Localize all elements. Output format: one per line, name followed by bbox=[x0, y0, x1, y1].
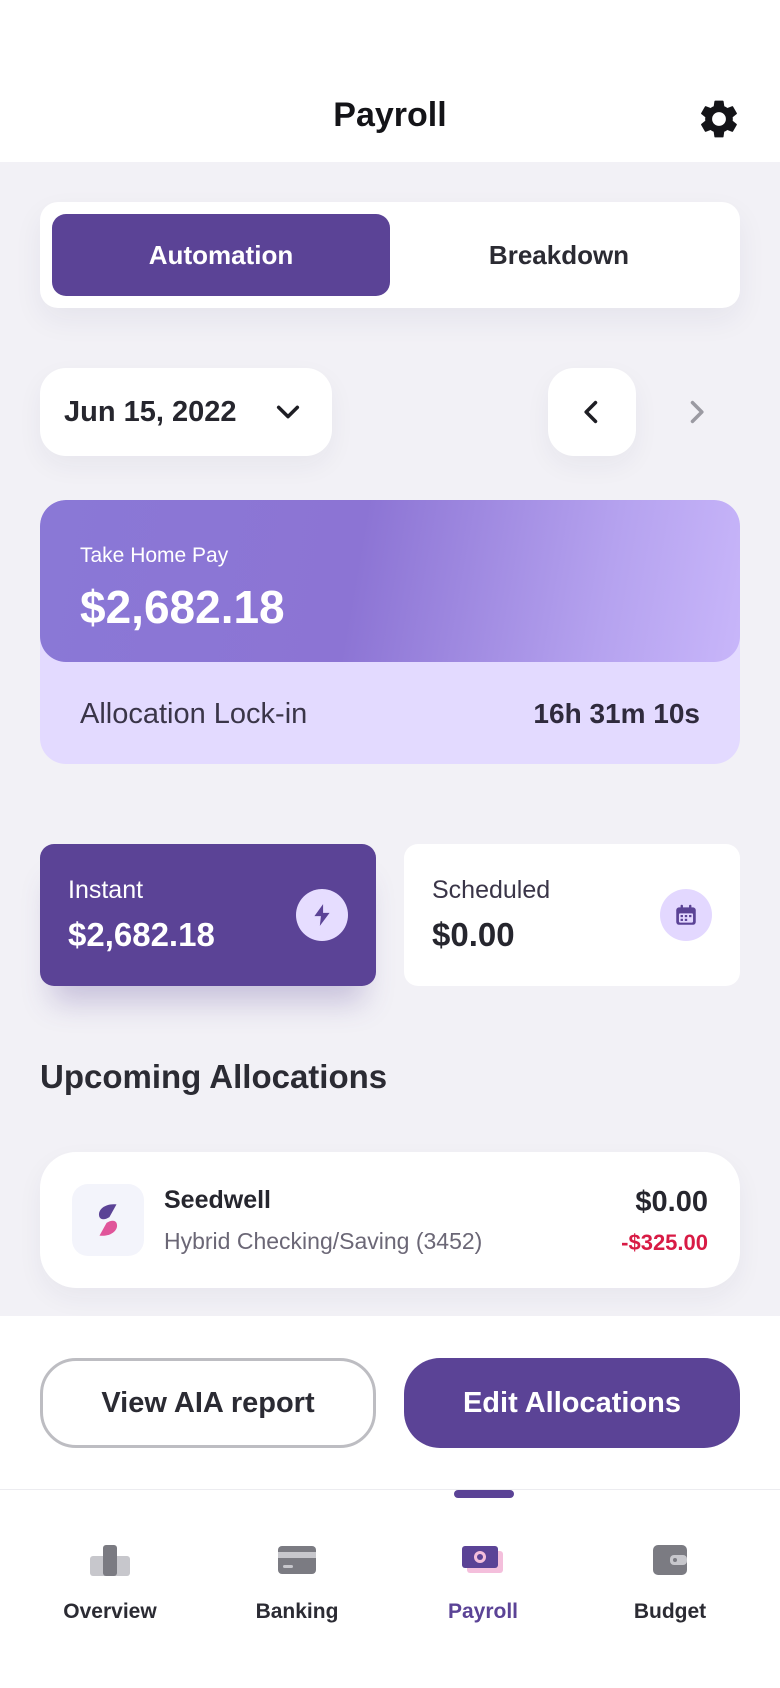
scheduled-label: Scheduled bbox=[432, 876, 551, 904]
tab-banking[interactable]: Banking bbox=[207, 1538, 387, 1638]
next-period-button[interactable] bbox=[652, 368, 740, 456]
scheduled-amount: $0.00 bbox=[432, 916, 515, 953]
seedwell-logo-icon bbox=[72, 1184, 144, 1256]
chevron-left-icon bbox=[584, 400, 598, 424]
allocation-lock-in-label: Allocation Lock-in bbox=[80, 698, 308, 730]
tab-budget[interactable]: Budget bbox=[580, 1538, 760, 1638]
take-home-pay-amount: $2,682.18 bbox=[80, 581, 285, 633]
allocation-amount: $0.00 bbox=[635, 1186, 708, 1218]
upcoming-allocations-title: Upcoming Allocations bbox=[40, 1058, 388, 1095]
view-aia-report-button[interactable]: View AIA report bbox=[40, 1358, 376, 1448]
card-icon bbox=[267, 1538, 327, 1582]
allocation-lock-in-countdown: 16h 31m 10s bbox=[533, 698, 700, 729]
scheduled-tile[interactable]: Scheduled $0.00 bbox=[404, 844, 740, 986]
wallet-icon bbox=[640, 1538, 700, 1582]
gear-icon[interactable] bbox=[696, 96, 742, 142]
active-tab-indicator bbox=[454, 1490, 514, 1498]
instant-tile[interactable]: Instant $2,682.18 bbox=[40, 844, 376, 986]
lightning-icon bbox=[296, 889, 348, 941]
edit-allocations-button[interactable]: Edit Allocations bbox=[404, 1358, 740, 1448]
tab-label: Banking bbox=[255, 1600, 339, 1623]
page-title: Payroll bbox=[333, 96, 447, 134]
tab-label: Overview bbox=[63, 1600, 157, 1623]
instant-label: Instant bbox=[68, 876, 144, 904]
take-home-pay-label: Take Home Pay bbox=[80, 544, 229, 567]
date-dropdown[interactable]: Jun 15, 2022 bbox=[40, 368, 332, 456]
allocation-change: -$325.00 bbox=[621, 1230, 708, 1255]
chevron-right-icon bbox=[690, 400, 704, 424]
tab-label: Budget bbox=[633, 1600, 707, 1623]
overview-icon bbox=[80, 1538, 140, 1582]
bottom-tab-bar: Overview Banking Payroll Budget bbox=[0, 1490, 780, 1688]
date-value: Jun 15, 2022 bbox=[64, 395, 237, 428]
chevron-down-icon bbox=[276, 405, 300, 419]
tab-overview[interactable]: Overview bbox=[20, 1538, 200, 1638]
list-item[interactable]: Seedwell Hybrid Checking/Saving (3452) $… bbox=[40, 1152, 740, 1288]
tab-automation[interactable]: Automation bbox=[52, 214, 390, 296]
instant-amount: $2,682.18 bbox=[68, 916, 215, 953]
take-home-pay-header: Take Home Pay $2,682.18 bbox=[40, 500, 740, 662]
tab-breakdown[interactable]: Breakdown bbox=[390, 214, 728, 296]
view-segmented-control: Automation Breakdown bbox=[40, 202, 740, 308]
previous-period-button[interactable] bbox=[548, 368, 636, 456]
allocation-name: Seedwell bbox=[164, 1186, 271, 1214]
action-bar: View AIA report Edit Allocations bbox=[0, 1316, 780, 1490]
allocation-account: Hybrid Checking/Saving (3452) bbox=[164, 1228, 483, 1254]
take-home-pay-card: Take Home Pay $2,682.18 Allocation Lock-… bbox=[40, 500, 740, 764]
payroll-icon bbox=[453, 1538, 513, 1582]
tab-label: Payroll bbox=[447, 1600, 519, 1623]
tab-payroll[interactable]: Payroll bbox=[393, 1538, 573, 1638]
calendar-icon bbox=[660, 889, 712, 941]
header: Payroll bbox=[0, 0, 780, 162]
